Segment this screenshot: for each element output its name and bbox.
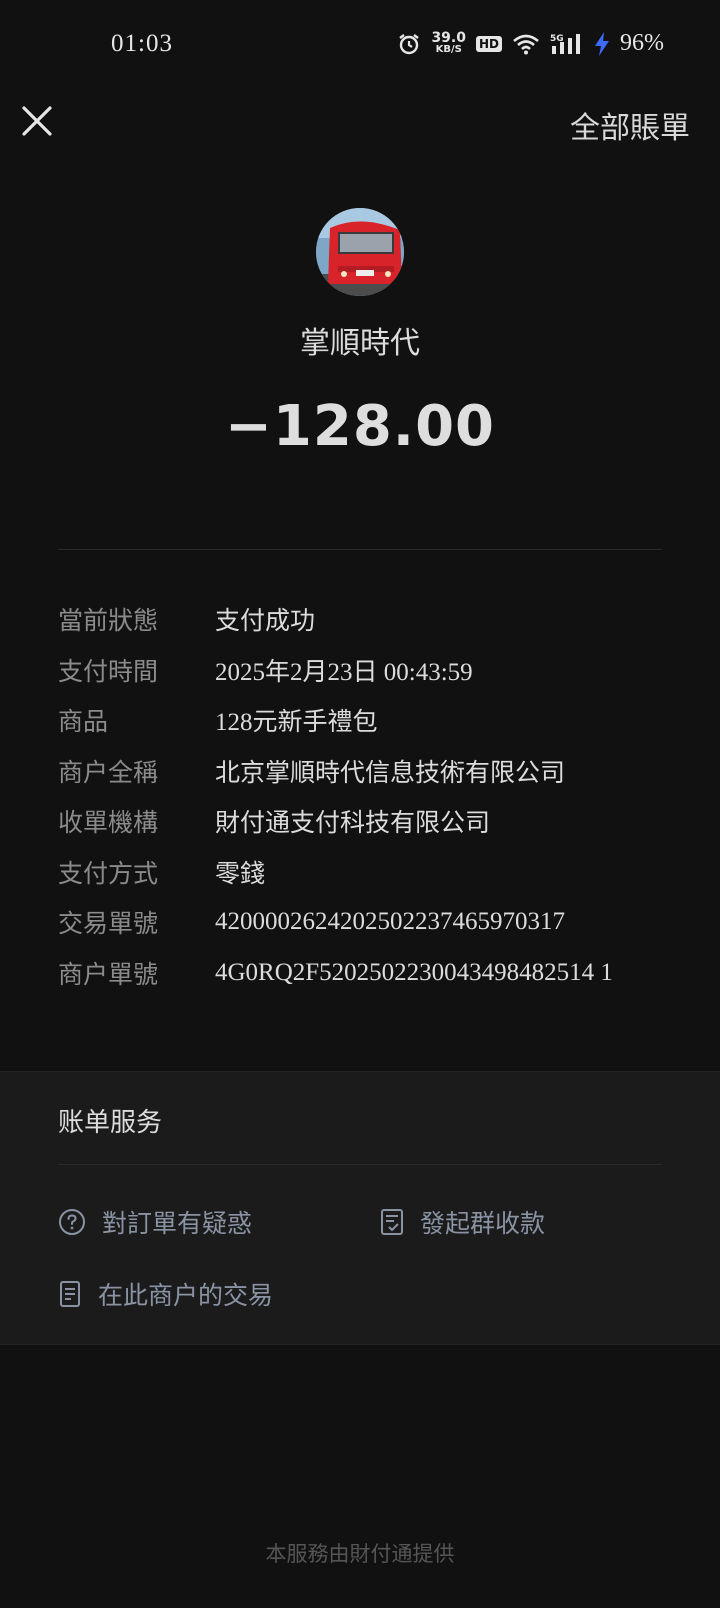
detail-row-merchant-full-name: 商户全稱 北京掌順時代信息技術有限公司 bbox=[58, 746, 678, 797]
detail-value[interactable]: 4200002624202502237465970317 bbox=[215, 908, 565, 936]
detail-value: 支付成功 bbox=[215, 608, 316, 636]
signal-icon: 5G bbox=[550, 33, 580, 54]
bill-services-panel: 账单服务 對訂單有疑惑 發起群收款 在此商户的交易 bbox=[0, 1071, 720, 1345]
divider bbox=[58, 1164, 662, 1165]
detail-row-product: 商品 128元新手禮包 bbox=[58, 695, 678, 746]
group-collection-label: 發起群收款 bbox=[420, 1209, 546, 1238]
wifi-icon bbox=[513, 34, 539, 54]
close-icon[interactable] bbox=[18, 102, 56, 140]
merchant-name: 掌順時代 bbox=[300, 326, 420, 361]
receipt-check-icon bbox=[381, 1209, 403, 1235]
detail-label: 商户單號 bbox=[58, 959, 159, 989]
order-question-button[interactable]: 對訂單有疑惑 bbox=[58, 1204, 252, 1240]
divider bbox=[58, 549, 662, 550]
order-question-label: 對訂單有疑惑 bbox=[102, 1209, 253, 1238]
detail-row-transaction-id: 交易單號 4200002624202502237465970317 bbox=[58, 897, 678, 948]
alarm-icon bbox=[399, 33, 420, 54]
status-bar: 01:03 39.0 KB/S HD 5G 96% bbox=[0, 0, 720, 92]
net-speed-unit: KB/S bbox=[435, 43, 462, 55]
payment-amount: −128.00 bbox=[224, 394, 496, 459]
detail-value: 財付通支付科技有限公司 bbox=[215, 810, 491, 838]
detail-row-payment-method: 支付方式 零錢 bbox=[58, 847, 678, 898]
net-speed: 39.0 KB/S bbox=[431, 29, 466, 56]
detail-label: 當前狀態 bbox=[58, 606, 159, 636]
bill-detail-page: 01:03 39.0 KB/S HD 5G 96% 全部賬單 掌順時代 −128… bbox=[0, 0, 720, 1608]
all-bills-link[interactable]: 全部賬單 bbox=[570, 103, 690, 147]
battery-level: 96% bbox=[620, 30, 664, 56]
detail-row-acquirer: 收單機構 財付通支付科技有限公司 bbox=[58, 796, 678, 847]
bus-avatar bbox=[316, 208, 404, 296]
detail-value[interactable]: 4G0RQ2F5202502230043498482514 1 bbox=[215, 959, 613, 987]
detail-row-time: 支付時間 2025年2月23日 00:43:59 bbox=[58, 645, 678, 696]
detail-label: 收單機構 bbox=[58, 808, 159, 838]
detail-value: 零錢 bbox=[215, 860, 266, 888]
status-icons: 39.0 KB/S HD 5G 96% bbox=[397, 30, 664, 57]
merchant-transactions-label: 在此商户的交易 bbox=[98, 1281, 274, 1310]
detail-label: 商品 bbox=[58, 707, 109, 737]
detail-label: 交易單號 bbox=[58, 909, 159, 939]
detail-value: 128元新手禮包 bbox=[215, 709, 378, 737]
footer-provider-note: 本服務由財付通提供 bbox=[265, 1542, 455, 1566]
detail-row-merchant-order-id: 商户單號 4G0RQ2F5202502230043498482514 1 bbox=[58, 948, 678, 999]
net-speed-value: 39.0 bbox=[431, 29, 466, 46]
detail-value: 北京掌順時代信息技術有限公司 bbox=[215, 759, 566, 787]
hd-badge: HD bbox=[475, 35, 502, 52]
detail-label: 支付方式 bbox=[58, 858, 159, 888]
services-title: 账单服务 bbox=[58, 1108, 163, 1138]
document-icon bbox=[60, 1281, 80, 1307]
group-collection-button[interactable]: 發起群收款 bbox=[380, 1204, 545, 1240]
status-time: 01:03 bbox=[111, 30, 173, 57]
question-icon bbox=[59, 1209, 85, 1235]
transaction-details: 當前狀態 支付成功 支付時間 2025年2月23日 00:43:59 商品 12… bbox=[58, 594, 678, 998]
detail-row-status: 當前狀態 支付成功 bbox=[58, 594, 678, 645]
detail-label: 支付時間 bbox=[58, 656, 159, 686]
merchant-transactions-button[interactable]: 在此商户的交易 bbox=[58, 1276, 273, 1312]
charging-icon bbox=[595, 31, 609, 56]
merchant-avatar bbox=[316, 208, 404, 296]
detail-label: 商户全稱 bbox=[58, 757, 159, 787]
detail-value: 2025年2月23日 00:43:59 bbox=[215, 658, 473, 686]
